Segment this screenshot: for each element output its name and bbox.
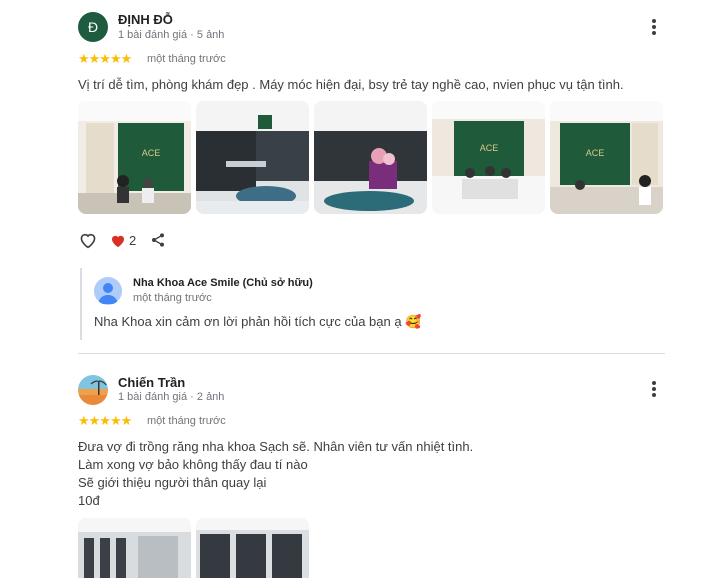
review-photo[interactable]: ACE bbox=[432, 101, 545, 214]
owner-reply-text: Nha Khoa xin cảm ơn lời phản hồi tích cự… bbox=[94, 314, 422, 329]
review-photo[interactable] bbox=[78, 518, 191, 578]
share-icon[interactable] bbox=[150, 232, 166, 248]
svg-text:ACE: ACE bbox=[480, 143, 499, 153]
svg-text:ACE: ACE bbox=[586, 148, 605, 158]
reviewer-meta: 1 bài đánh giá · 2 ảnh bbox=[118, 391, 225, 403]
more-vert-icon[interactable] bbox=[647, 17, 661, 37]
review-text-line: 10đ bbox=[78, 493, 100, 508]
review-text-line: Đưa vợ đi trồng răng nha khoa Sạch sẽ. N… bbox=[78, 439, 474, 454]
review-date: một tháng trước bbox=[147, 53, 226, 65]
heart-filled-icon[interactable] bbox=[110, 233, 126, 248]
svg-text:ACE: ACE bbox=[142, 148, 161, 158]
star-rating: ★★★★★ bbox=[78, 51, 132, 66]
reviewer-avatar[interactable] bbox=[78, 375, 108, 405]
owner-reply-date: một tháng trước bbox=[133, 292, 212, 304]
reviewer-meta: 1 bài đánh giá · 5 ảnh bbox=[118, 29, 225, 41]
person-icon bbox=[94, 277, 122, 305]
star-rating: ★★★★★ bbox=[78, 413, 132, 428]
review-photo[interactable] bbox=[196, 101, 309, 214]
review-photo[interactable]: ACE bbox=[550, 101, 663, 214]
owner-reply-name[interactable]: Nha Khoa Ace Smile (Chủ sở hữu) bbox=[133, 277, 313, 289]
review-photo[interactable]: ACE bbox=[78, 101, 191, 214]
like-count: 2 bbox=[129, 233, 137, 248]
review-photo[interactable] bbox=[196, 518, 309, 578]
review-text-line: Sẽ giới thiệu người thân quay lại bbox=[78, 475, 267, 490]
heart-outline-icon[interactable] bbox=[78, 231, 98, 249]
review-photo[interactable] bbox=[314, 101, 427, 214]
reviewer-name[interactable]: ĐỊNH ĐỖ bbox=[118, 12, 173, 27]
review-text-line: Làm xong vợ bảo không thấy đau tí nào bbox=[78, 457, 308, 472]
review-divider bbox=[78, 353, 665, 354]
owner-reply-bar bbox=[80, 268, 82, 340]
more-vert-icon[interactable] bbox=[647, 379, 661, 399]
reviewer-avatar[interactable]: Đ bbox=[78, 12, 108, 42]
review-date: một tháng trước bbox=[147, 415, 226, 427]
review-text: Vị trí dễ tìm, phòng khám đẹp . Máy móc … bbox=[78, 77, 624, 92]
reviewer-name[interactable]: Chiến Trần bbox=[118, 375, 185, 390]
